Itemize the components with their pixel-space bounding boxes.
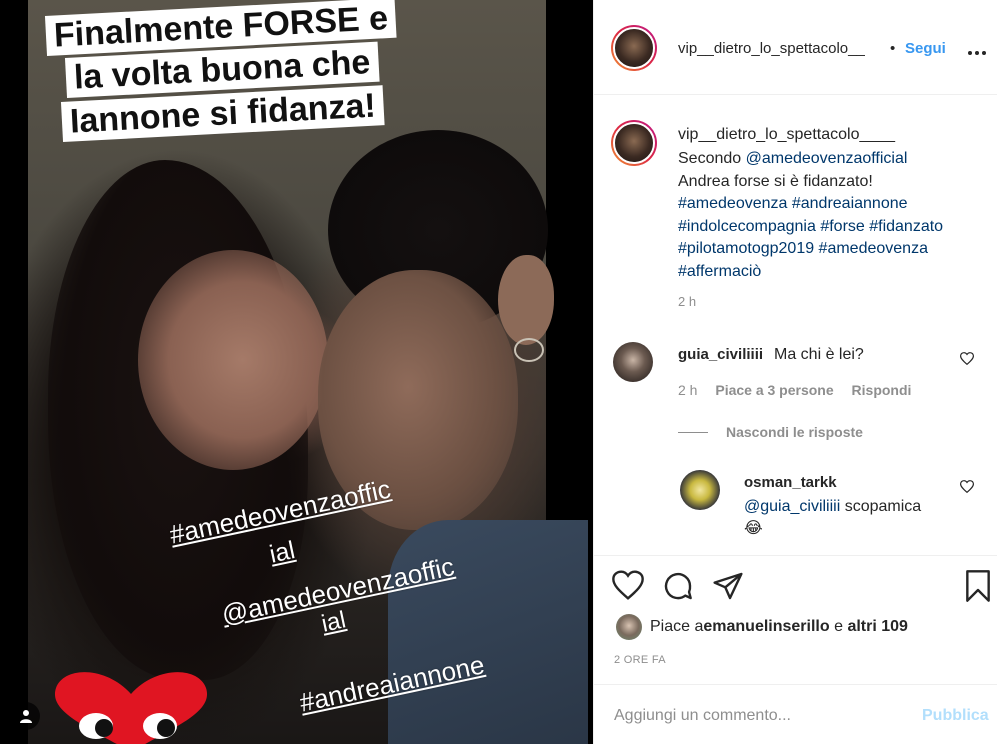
- hide-replies-label: Nascondi le risposte: [726, 424, 863, 440]
- comment-reply-button[interactable]: Rispondi: [852, 382, 912, 398]
- follow-button[interactable]: Segui: [905, 40, 946, 57]
- author-username[interactable]: vip__dietro_lo_spettacolo__: [678, 40, 865, 57]
- hide-replies-divider: [678, 431, 708, 433]
- comment-input[interactable]: Aggiungi un commento...: [614, 707, 791, 725]
- heart-eyes-sticker: [54, 672, 208, 744]
- photo-ear: [498, 255, 554, 345]
- caption-mention[interactable]: @amedeovenzaofficial: [746, 150, 908, 167]
- publish-button[interactable]: Pubblica: [922, 707, 989, 725]
- reply-emoji: 😂: [744, 520, 763, 537]
- likes-avatar[interactable]: [616, 614, 642, 640]
- caption-prefix: Secondo: [678, 150, 746, 167]
- comment-time: 2 h: [678, 382, 698, 398]
- person-icon: [20, 710, 32, 723]
- save-bookmark-icon[interactable]: [964, 570, 992, 607]
- likes-summary: Piace a emanuelinserillo e altri 109: [616, 614, 908, 640]
- comment-bubble-icon[interactable]: [662, 570, 694, 607]
- post-header: vip__dietro_lo_spettacolo__ • Segui: [594, 0, 997, 95]
- likes-others[interactable]: altri 109: [847, 618, 907, 636]
- comment-username[interactable]: guia_civiliiii: [678, 346, 763, 363]
- post-media[interactable]: Finalmente FORSE e la volta buona che Ia…: [0, 0, 593, 744]
- comment-text: Ma chi è lei?: [774, 346, 864, 363]
- post-timestamp: 2 ORE FA: [614, 654, 666, 666]
- caption-time: 2 h: [678, 294, 697, 309]
- photo-shirt: [388, 520, 588, 744]
- caption-line-2: Andrea forse si è fidanzato!: [678, 172, 873, 190]
- reply-text: @guia_civiliiii scopamica 😂: [744, 496, 944, 540]
- hide-replies-button[interactable]: Nascondi le risposte: [678, 424, 863, 440]
- user-tag-icon[interactable]: [12, 702, 40, 730]
- caption-username[interactable]: vip__dietro_lo_spettacolo____: [678, 126, 895, 144]
- comment-likes[interactable]: Piace a 3 persone: [715, 382, 833, 398]
- comment-like-heart-icon[interactable]: [959, 352, 975, 370]
- caption-author-avatar[interactable]: [611, 120, 657, 166]
- reply-avatar[interactable]: [680, 470, 720, 510]
- comment-composer: Aggiungi un commento... Pubblica: [594, 684, 997, 744]
- like-heart-icon[interactable]: [612, 570, 644, 605]
- separator-dot: •: [890, 40, 896, 57]
- likes-user[interactable]: emanuelinserillo: [703, 618, 829, 636]
- caption-hashtags[interactable]: #amedeovenza #andreaiannone #indolcecomp…: [678, 195, 943, 280]
- comment-meta: 2 h Piace a 3 persone Rispondi: [678, 382, 925, 398]
- photo-earring: [514, 338, 544, 362]
- reply-like-heart-icon[interactable]: [959, 480, 975, 498]
- likes-middle: e: [829, 618, 848, 635]
- reply-body: scopamica: [840, 498, 922, 515]
- share-paper-plane-icon[interactable]: [712, 570, 744, 607]
- post-sidebar: vip__dietro_lo_spettacolo__ • Segui vip_…: [593, 0, 997, 744]
- reply-username[interactable]: osman_tarkk: [744, 474, 837, 491]
- caption-text: Secondo @amedeovenzaofficial Andrea fors…: [678, 148, 988, 283]
- reply-mention[interactable]: @guia_civiliiii: [744, 498, 840, 515]
- more-options-icon[interactable]: [968, 36, 986, 62]
- comment-avatar[interactable]: [613, 342, 653, 382]
- likes-prefix: Piace a: [650, 618, 704, 635]
- actions-divider: [594, 555, 997, 556]
- photo-face-left: [138, 250, 328, 470]
- author-avatar[interactable]: [611, 25, 657, 71]
